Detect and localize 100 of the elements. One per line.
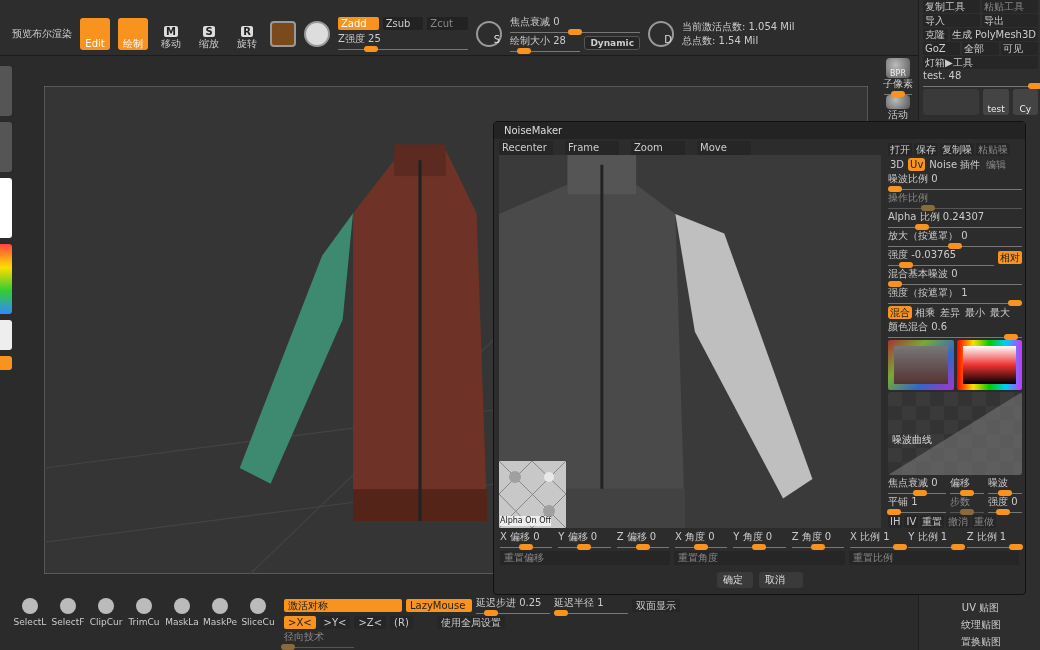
- slider-track[interactable]: [888, 223, 1022, 228]
- palette-swatch[interactable]: [0, 320, 12, 350]
- palette-swatch[interactable]: [0, 66, 12, 116]
- curve-button[interactable]: 重置: [920, 515, 945, 528]
- slider-thumb[interactable]: [914, 224, 929, 230]
- tool-icon[interactable]: [211, 597, 229, 615]
- slider-track[interactable]: [888, 299, 1022, 304]
- global-settings-button[interactable]: 使用全局设置: [436, 616, 505, 629]
- tool-icon[interactable]: [135, 597, 153, 615]
- tool-icon[interactable]: [249, 597, 267, 615]
- slider-track[interactable]: [888, 508, 946, 513]
- slider-track[interactable]: [888, 333, 1022, 338]
- dialog-button[interactable]: 确定: [716, 572, 753, 588]
- axis-toggle[interactable]: >X<: [284, 616, 316, 629]
- dialog-button[interactable]: 取消: [758, 572, 803, 588]
- slider-track[interactable]: [888, 185, 1022, 190]
- noise-curve[interactable]: 噪波曲线: [888, 392, 1022, 475]
- palette-swatch[interactable]: [0, 122, 12, 172]
- slider-thumb[interactable]: [1009, 544, 1024, 550]
- panel-button[interactable]: 导出: [981, 14, 1038, 27]
- panel-item[interactable]: 纹理贴图: [923, 617, 1038, 633]
- symmetry-toggle[interactable]: 激活对称: [284, 599, 402, 612]
- slider-thumb[interactable]: [568, 28, 582, 35]
- slider-track[interactable]: [510, 46, 581, 52]
- slider-thumb[interactable]: [483, 610, 498, 616]
- slider-track[interactable]: [888, 204, 1022, 209]
- palette-swatch[interactable]: [0, 244, 12, 314]
- slider-thumb[interactable]: [996, 509, 1011, 515]
- file-button[interactable]: 保存: [914, 143, 938, 156]
- slider-thumb[interactable]: [899, 262, 913, 268]
- double-sided-button[interactable]: 双面显示: [632, 599, 680, 612]
- tool-icon[interactable]: [59, 597, 77, 615]
- slider-thumb[interactable]: [554, 610, 569, 616]
- panel-button[interactable]: 可见: [1001, 42, 1038, 55]
- panel-item[interactable]: UV 贴图: [923, 600, 1038, 616]
- blend-tab[interactable]: 最大: [988, 306, 1012, 319]
- lightbox-button[interactable]: 灯箱▶工具: [923, 56, 1038, 69]
- blend-tab[interactable]: 相乘: [913, 306, 937, 319]
- tool-button[interactable]: M 移动: [156, 17, 186, 50]
- tool-icon[interactable]: [97, 597, 115, 615]
- material-icon[interactable]: [270, 20, 296, 47]
- panel-button[interactable]: 全部: [962, 42, 999, 55]
- slider-thumb[interactable]: [951, 544, 966, 550]
- slider-thumb[interactable]: [363, 46, 378, 52]
- blend-tab[interactable]: 差异: [938, 306, 962, 319]
- slider-track[interactable]: [554, 609, 628, 614]
- sphere-icon[interactable]: [304, 20, 330, 47]
- slider-thumb[interactable]: [892, 544, 907, 550]
- axis-toggle[interactable]: >Y<: [319, 616, 351, 629]
- relative-toggle[interactable]: 相对: [998, 251, 1022, 264]
- slider-track[interactable]: [284, 643, 354, 648]
- panel-button[interactable]: 生成 PolyMesh3D: [949, 28, 1038, 41]
- slider-track[interactable]: [988, 489, 1022, 494]
- slider-track[interactable]: [950, 489, 984, 494]
- file-button[interactable]: 打开: [888, 143, 912, 156]
- slider-track[interactable]: [888, 261, 994, 266]
- viewport-icon[interactable]: [886, 95, 910, 109]
- tool-icon[interactable]: [21, 597, 39, 615]
- panel-button[interactable]: 复制工具: [923, 0, 980, 13]
- slider-track[interactable]: [888, 242, 1022, 247]
- mode-toggle[interactable]: Zsub: [382, 17, 424, 30]
- slider-thumb[interactable]: [1004, 334, 1019, 340]
- palette-swatch[interactable]: [0, 178, 12, 238]
- tool-thumbnail[interactable]: Cy: [1012, 89, 1038, 115]
- tool-button[interactable]: S 缩放: [194, 17, 224, 50]
- axis-toggle[interactable]: (R): [390, 616, 413, 629]
- slider-thumb[interactable]: [887, 281, 902, 287]
- curve-button[interactable]: IV: [904, 515, 919, 528]
- lazymouse-toggle[interactable]: LazyMouse: [406, 599, 472, 612]
- axis-toggle[interactable]: >Z<: [354, 616, 387, 629]
- slider-track[interactable]: [950, 508, 984, 513]
- palette-swatch[interactable]: [0, 356, 12, 370]
- reset-button[interactable]: 重置比例: [848, 551, 1019, 565]
- slider-track[interactable]: [338, 45, 468, 50]
- panel-button[interactable]: 克隆: [923, 28, 948, 41]
- stroke-button[interactable]: S: [476, 20, 502, 47]
- color-picker[interactable]: [888, 340, 954, 390]
- slider-thumb[interactable]: [886, 509, 901, 515]
- panel-item[interactable]: 置换贴图: [923, 634, 1038, 650]
- dynamic-button[interactable]: Dynamic: [584, 36, 640, 50]
- blend-tab[interactable]: 混合: [888, 306, 912, 319]
- color-picker[interactable]: [956, 340, 1022, 390]
- slider-thumb[interactable]: [1008, 300, 1023, 306]
- panel-button[interactable]: 导入: [923, 14, 980, 27]
- curve-button[interactable]: IH: [888, 515, 903, 528]
- tool-icon[interactable]: [173, 597, 191, 615]
- slider-thumb[interactable]: [960, 490, 974, 496]
- tool-button[interactable]: R 旋转: [232, 17, 262, 50]
- slider-thumb[interactable]: [1027, 83, 1040, 89]
- blend-tab[interactable]: 最小: [963, 306, 987, 319]
- slider-thumb[interactable]: [998, 490, 1012, 496]
- slider-thumb[interactable]: [948, 243, 962, 249]
- slider-track[interactable]: [888, 280, 1022, 285]
- mode-tab[interactable]: Uv: [908, 158, 926, 171]
- mode-tab[interactable]: 3D: [888, 158, 907, 171]
- slider-track[interactable]: [510, 27, 640, 33]
- slider-track[interactable]: [988, 508, 1022, 513]
- dynamic-button[interactable]: D: [648, 20, 674, 47]
- slider-track[interactable]: [923, 82, 1038, 87]
- slider-thumb[interactable]: [912, 490, 927, 496]
